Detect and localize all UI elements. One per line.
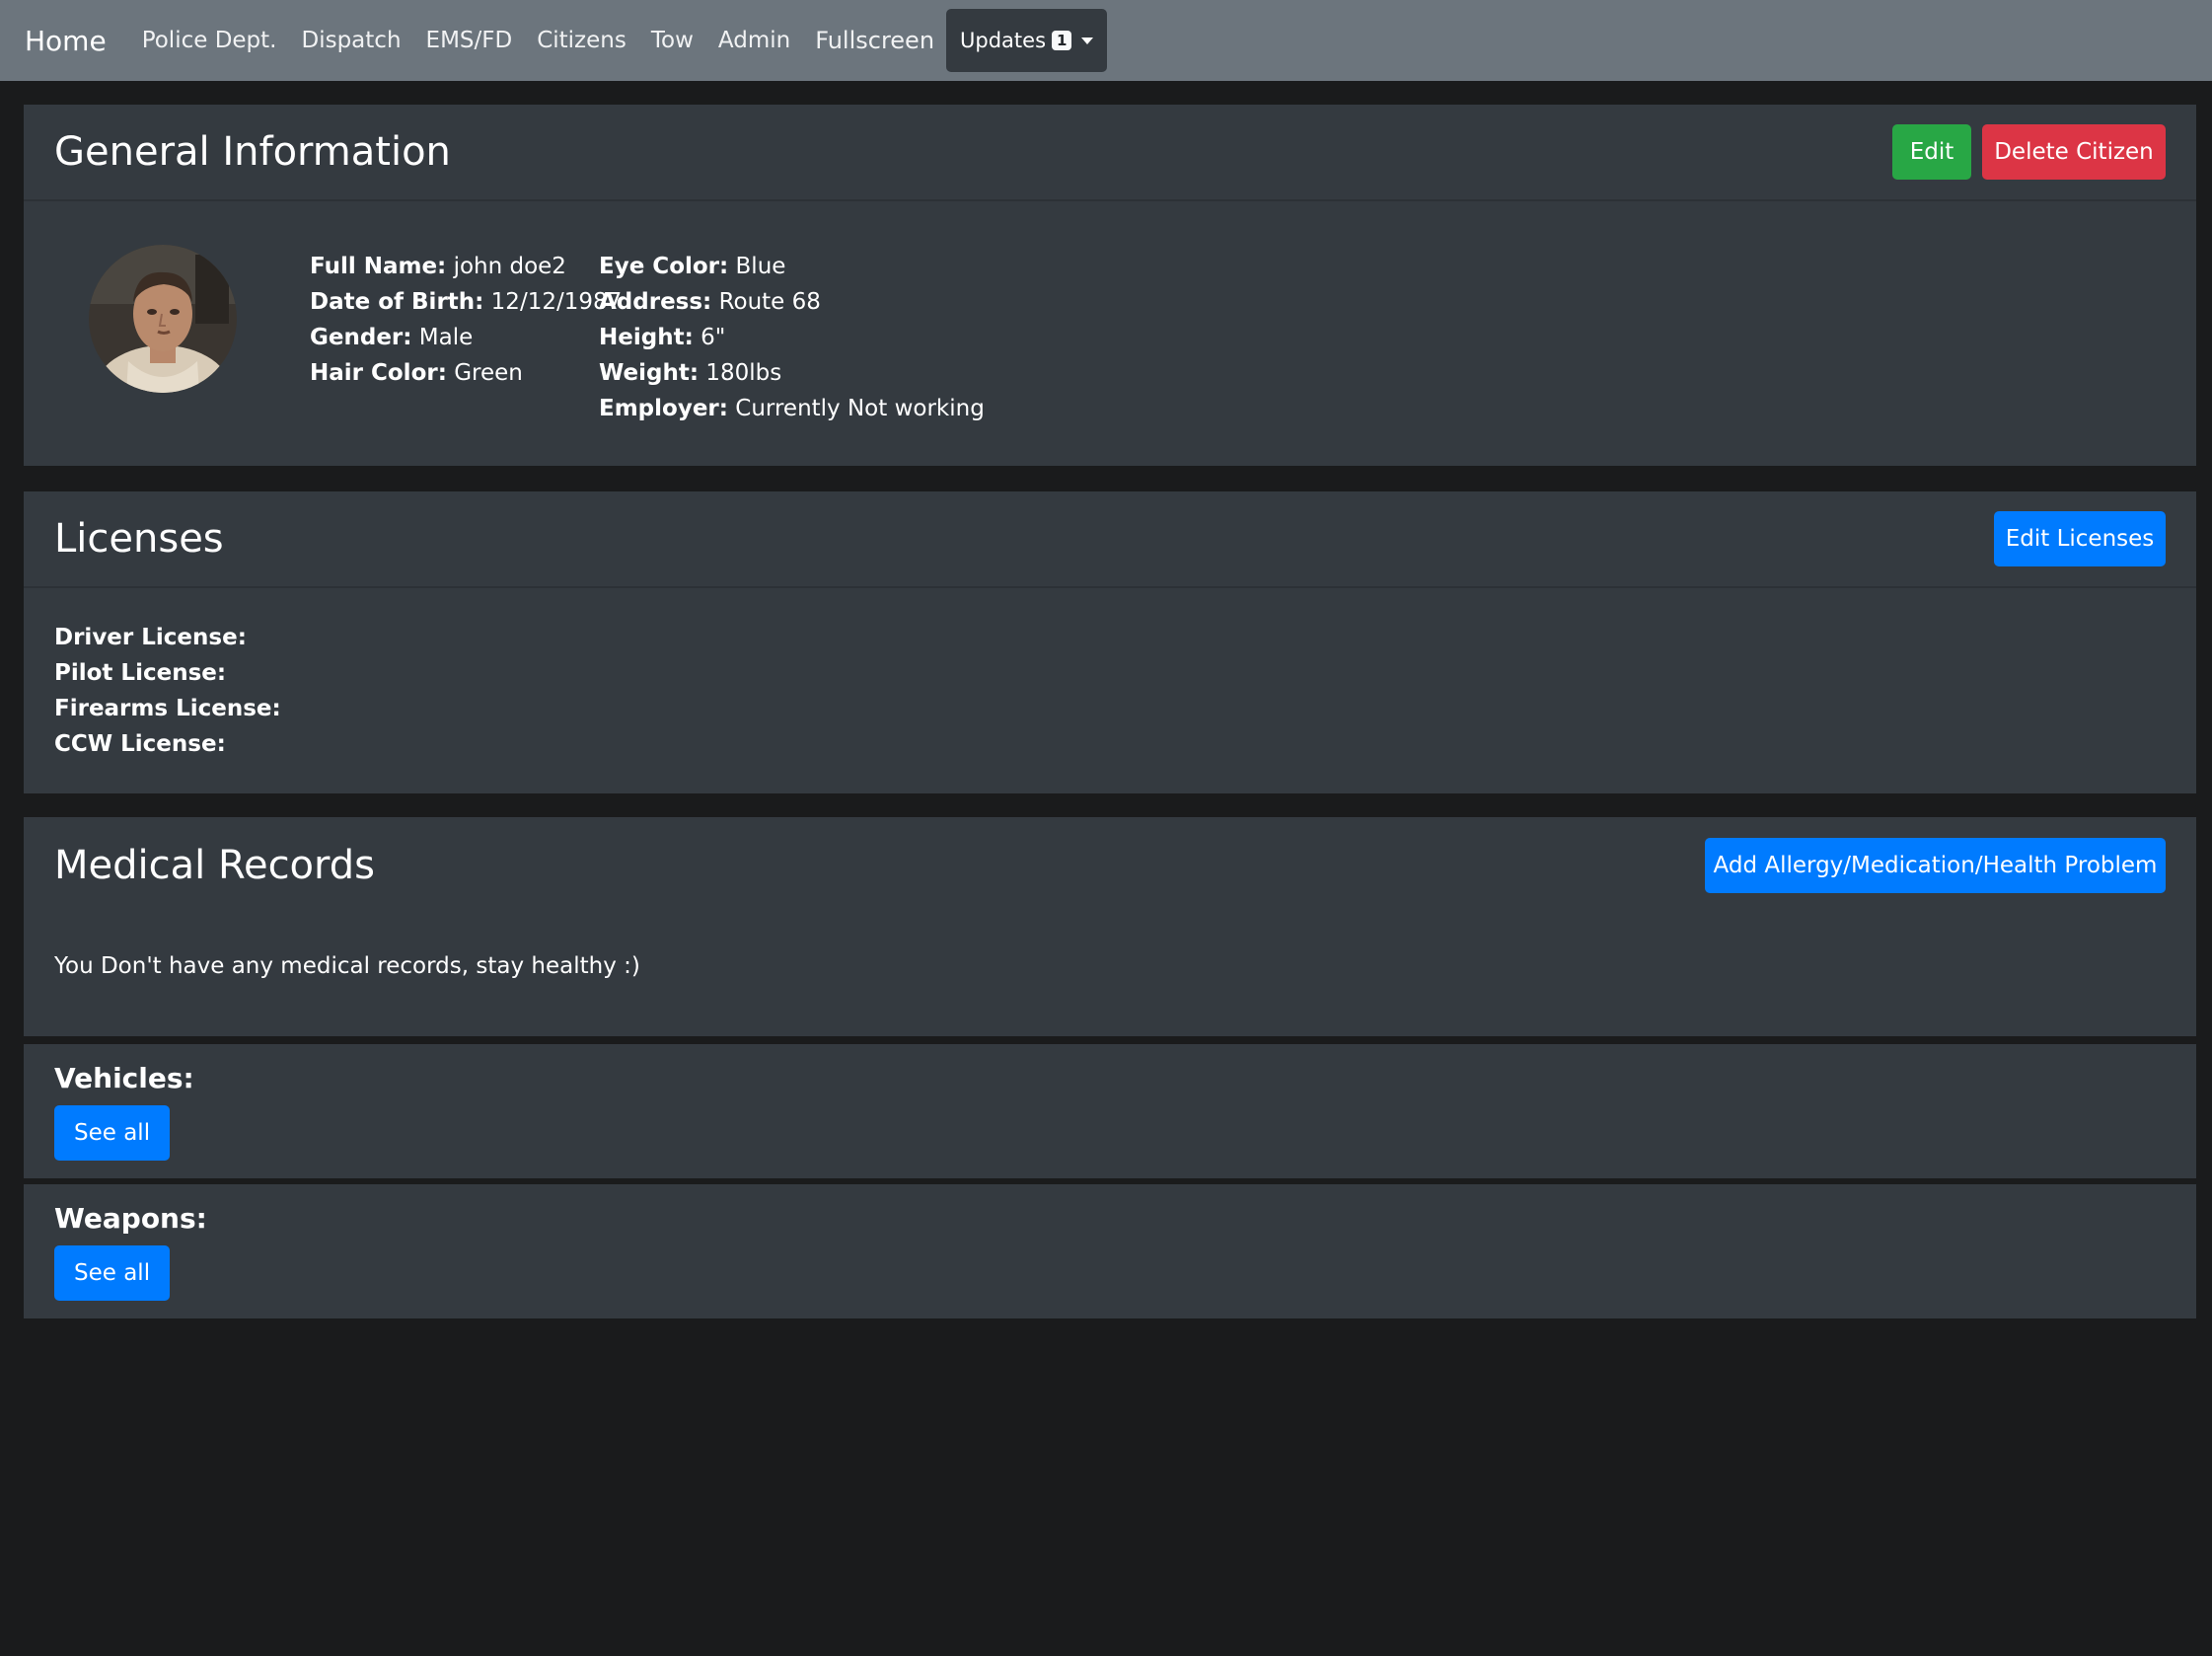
general-information-title: General Information [54,129,451,175]
full-name-label: Full Name: [310,254,447,279]
medical-records-title: Medical Records [54,843,375,888]
full-name-value: john doe2 [453,254,566,279]
height-label: Height: [599,325,694,350]
general-information-header: General Information Edit Delete Citizen [24,105,2196,201]
medical-records-empty-text: You Don't have any medical records, stay… [54,953,640,979]
general-information-card: General Information Edit Delete Citizen … [24,105,2196,466]
licenses-list: Driver License: Pilot License: Firearms … [54,620,281,762]
weight-label: Weight: [599,360,700,386]
weapons-label: Weapons: [54,1202,207,1235]
add-medical-record-button[interactable]: Add Allergy/Medication/Health Problem [1705,838,2166,893]
top-navbar: Home Police Dept. Dispatch EMS/FD Citize… [0,0,2212,81]
updates-count-badge: 1 [1052,31,1072,50]
height-row: Height: 6" [599,320,985,355]
licenses-card: Licenses Edit Licenses Driver License: P… [24,491,2196,793]
weight-value: 180lbs [705,360,782,386]
dob-label: Date of Birth: [310,289,484,315]
employer-value: Currently Not working [735,396,985,421]
nav-link-dispatch[interactable]: Dispatch [302,28,402,53]
gender-value: Male [418,325,474,350]
medical-records-card: Medical Records Add Allergy/Medication/H… [24,817,2196,1036]
citizen-info-left: Full Name: john doe2 Date of Birth: 12/1… [310,249,622,391]
vehicles-label: Vehicles: [54,1062,194,1094]
nav-link-police[interactable]: Police Dept. [142,28,277,53]
citizen-info-right: Eye Color: Blue Address: Route 68 Height… [599,249,985,426]
ccw-license-label: CCW License: [54,731,226,757]
hair-color-value: Green [454,360,523,386]
pilot-license-label: Pilot License: [54,660,227,686]
driver-license-label: Driver License: [54,625,247,650]
firearms-license-label: Firearms License: [54,696,281,721]
nav-link-admin[interactable]: Admin [718,28,790,53]
dob-row: Date of Birth: 12/12/1987 [310,284,622,320]
licenses-header: Licenses Edit Licenses [24,491,2196,588]
address-row: Address: Route 68 [599,284,985,320]
nav-link-citizens[interactable]: Citizens [537,28,627,53]
eye-color-value: Blue [735,254,786,279]
employer-row: Employer: Currently Not working [599,391,985,426]
address-label: Address: [599,289,712,315]
eye-color-row: Eye Color: Blue [599,249,985,284]
edit-licenses-button[interactable]: Edit Licenses [1994,511,2166,566]
full-name-row: Full Name: john doe2 [310,249,622,284]
height-value: 6" [700,325,726,350]
citizen-avatar [89,245,237,393]
nav-link-tow[interactable]: Tow [651,28,694,53]
updates-dropdown-button[interactable]: Updates 1 [946,9,1108,72]
nav-fullscreen-link[interactable]: Fullscreen [815,27,934,54]
general-actions: Edit Delete Citizen [1892,124,2166,180]
weight-row: Weight: 180lbs [599,355,985,391]
gender-row: Gender: Male [310,320,622,355]
employer-label: Employer: [599,396,728,421]
caret-down-icon [1081,37,1094,44]
vehicles-card: Vehicles: See all [24,1044,2196,1178]
citizen-portrait-image [89,245,237,393]
nav-home-link[interactable]: Home [25,25,107,57]
hair-color-row: Hair Color: Green [310,355,622,391]
address-value: Route 68 [718,289,821,315]
edit-citizen-button[interactable]: Edit [1892,124,1971,180]
gender-label: Gender: [310,325,412,350]
hair-color-label: Hair Color: [310,360,447,386]
licenses-title: Licenses [54,516,224,562]
nav-link-ems-fd[interactable]: EMS/FD [426,28,513,53]
delete-citizen-button[interactable]: Delete Citizen [1982,124,2166,180]
medical-records-header: Medical Records Add Allergy/Medication/H… [24,817,2196,914]
eye-color-label: Eye Color: [599,254,729,279]
vehicles-see-all-button[interactable]: See all [54,1105,171,1161]
updates-label: Updates [960,29,1047,52]
weapons-card: Weapons: See all [24,1184,2196,1318]
weapons-see-all-button[interactable]: See all [54,1245,171,1301]
